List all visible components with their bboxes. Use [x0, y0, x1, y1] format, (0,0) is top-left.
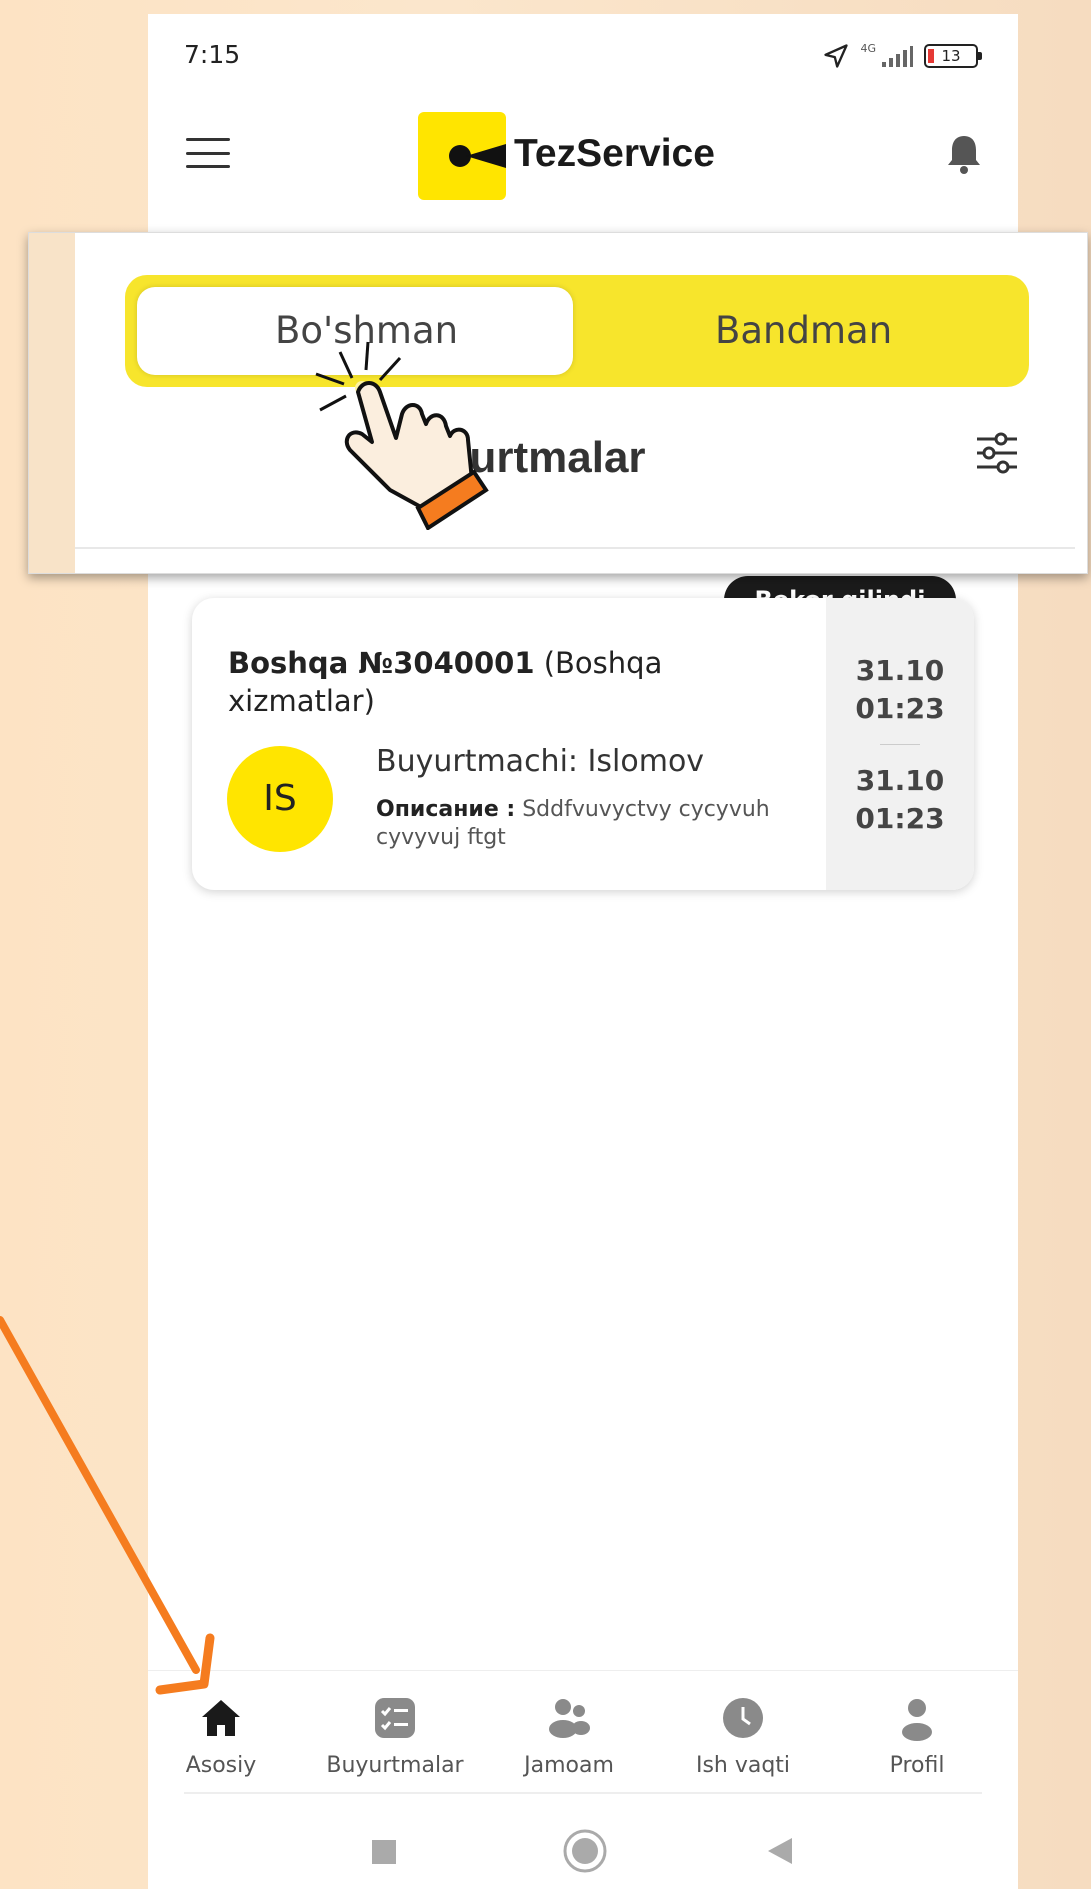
date-end-time: 01:23 — [855, 802, 945, 835]
back-button[interactable] — [766, 1836, 794, 1866]
home-button[interactable] — [562, 1828, 608, 1874]
date-start-time: 01:23 — [855, 692, 945, 725]
filter-icon[interactable] — [973, 429, 1021, 477]
order-customer: Buyurtmachi: Islomov — [376, 744, 705, 779]
callout-divider — [75, 547, 1075, 549]
orange-arrow-icon — [0, 1316, 215, 1695]
status-bar: 7:15 4G 13 — [148, 14, 1018, 94]
battery-level: 13 — [941, 47, 961, 65]
order-title: Boshqa №3040001 (Boshqa xizmatlar) — [228, 644, 788, 720]
avatar: IS — [227, 746, 333, 852]
nav-label-jamoam: Jamoam — [524, 1753, 614, 1778]
battery-indicator: 13 — [924, 44, 982, 68]
logo-mark-icon — [449, 144, 506, 168]
date-end: 31.10 01:23 — [826, 762, 974, 838]
signal-icon — [882, 46, 913, 67]
date-start-day: 31.10 — [855, 654, 945, 687]
nav-item-jamoam[interactable]: Jamoam — [484, 1695, 654, 1778]
status-icons: 4G 13 — [822, 42, 982, 70]
bell-icon[interactable] — [944, 132, 984, 176]
home-icon — [202, 1700, 240, 1736]
order-number: Boshqa №3040001 — [228, 646, 535, 680]
bottom-nav: Asosiy Buyurtmalar Jamoam Ish vaqti Prof… — [148, 1670, 1018, 1800]
description-label: Описание : — [376, 797, 516, 822]
menu-icon[interactable] — [186, 138, 230, 168]
nav-label-ish-vaqti: Ish vaqti — [695, 1753, 791, 1778]
toggle-option-bandman[interactable]: Bandman — [715, 309, 892, 352]
tap-hand-icon — [315, 341, 489, 530]
clock-icon — [723, 1698, 763, 1738]
recents-button[interactable] — [370, 1838, 398, 1866]
zoom-callout: Bo'shman Bandman yurtmalar — [28, 232, 1088, 574]
date-start: 31.10 01:23 — [826, 652, 974, 728]
system-nav-bar — [148, 1804, 1018, 1889]
app-header: TezService — [148, 94, 1018, 214]
availability-toggle: Bo'shman Bandman — [125, 275, 1029, 387]
date-end-day: 31.10 — [855, 764, 945, 797]
location-icon — [824, 44, 849, 68]
team-icon — [549, 1699, 590, 1738]
nav-item-profil[interactable]: Profil — [832, 1695, 1002, 1778]
order-dates: 31.10 01:23 31.10 01:23 — [826, 598, 974, 890]
nav-divider — [184, 1792, 982, 1794]
order-card[interactable]: Boshqa №3040001 (Boshqa xizmatlar) IS Bu… — [192, 598, 974, 890]
nav-label-profil: Profil — [889, 1753, 945, 1778]
profile-icon — [902, 1699, 932, 1741]
date-divider — [880, 744, 920, 745]
nav-item-buyurtmalar[interactable]: Buyurtmalar — [310, 1695, 480, 1778]
nav-label-buyurtmalar: Buyurtmalar — [326, 1753, 464, 1778]
status-time: 7:15 — [184, 40, 241, 69]
checklist-icon — [375, 1698, 415, 1738]
nav-label-asosiy: Asosiy — [185, 1753, 257, 1778]
network-label: 4G — [860, 42, 876, 55]
callout-strip — [29, 233, 75, 573]
nav-item-asosiy[interactable]: Asosiy — [136, 1695, 306, 1778]
nav-item-ish-vaqti[interactable]: Ish vaqti — [658, 1695, 828, 1778]
app-logo — [418, 112, 506, 200]
order-description: Описание : Sddfvuvyctvy cycyvuh cyvyvuj … — [376, 796, 806, 852]
order-card-main: Boshqa №3040001 (Boshqa xizmatlar) IS Bu… — [192, 598, 826, 890]
app-name: TezService — [514, 132, 715, 175]
